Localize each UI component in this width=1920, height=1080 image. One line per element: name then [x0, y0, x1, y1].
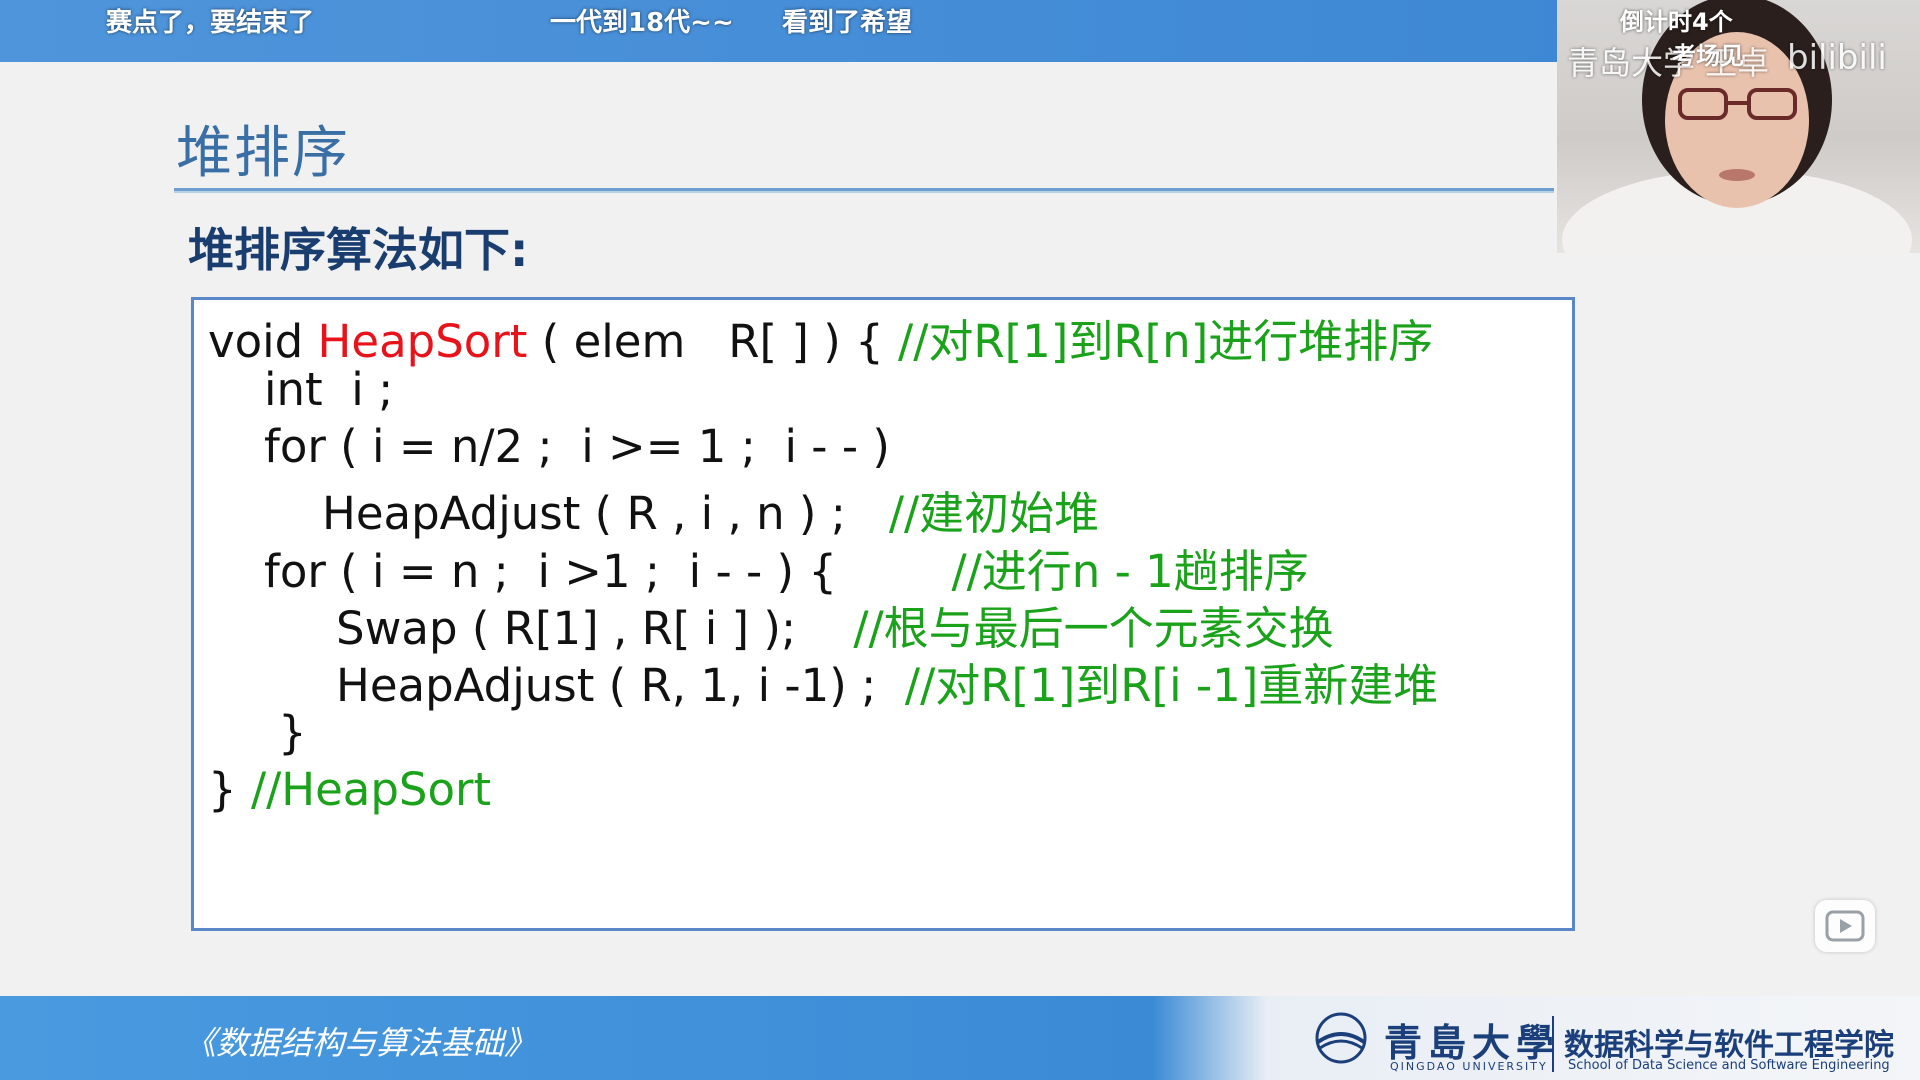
code-comment: //建初始堆	[888, 487, 1100, 540]
code-text: Swap ( R[1] , R[ i ] );	[336, 602, 854, 655]
play-icon	[1825, 910, 1865, 942]
danmaku-comment: 赛点了，要结束了	[106, 8, 315, 38]
code-comment: //根与最后一个元素交换	[853, 602, 1334, 655]
code-text: HeapAdjust ( R , i , n ) ;	[322, 487, 889, 540]
code-text: }	[278, 706, 307, 759]
danmaku-comment: 看到了希望	[782, 8, 913, 38]
title-divider	[174, 188, 1554, 193]
code-text: int i ;	[264, 363, 394, 416]
code-text: void	[208, 315, 318, 368]
code-line: for ( i = n/2 ; i >= 1 ; i - - )	[264, 420, 890, 473]
play-button[interactable]	[1815, 900, 1875, 952]
code-comment: //HeapSort	[250, 763, 492, 816]
code-text: for ( i = n/2 ; i >= 1 ; i - - )	[264, 420, 890, 473]
danmaku-comment: 倒计时4个	[1620, 8, 1733, 36]
code-text: }	[208, 763, 251, 816]
code-line: HeapAdjust ( R , i , n ) ; //建初始堆	[322, 477, 1099, 542]
function-name: HeapSort	[317, 315, 528, 368]
code-line: void HeapSort ( elem R[ ] ) { //对R[1]到R[…	[208, 305, 1433, 370]
university-logo-icon	[1315, 1012, 1367, 1064]
code-comment: //对R[1]到R[n]进行堆排序	[898, 315, 1434, 368]
code-line: int i ;	[264, 363, 393, 416]
code-line: for ( i = n ; i >1 ; i - - ) { //进行n - 1…	[264, 535, 1309, 600]
code-text: for ( i = n ; i >1 ; i - - ) {	[264, 545, 952, 598]
footer-divider	[1552, 1016, 1554, 1072]
code-line: }	[278, 706, 307, 759]
code-text: ( elem R[ ] ) {	[527, 315, 899, 368]
school-name-en: School of Data Science and Software Engi…	[1568, 1058, 1890, 1073]
code-line: } //HeapSort	[208, 763, 491, 816]
slide-title: 堆排序	[176, 121, 350, 186]
bilibili-logo: bilibili	[1787, 38, 1887, 78]
university-name: 青島大學	[1384, 1020, 1561, 1065]
code-line: Swap ( R[1] , R[ i ] ); //根与最后一个元素交换	[336, 592, 1334, 657]
code-comment: //对R[1]到R[i -1]重新建堆	[904, 659, 1439, 712]
book-title: 《数据结构与算法基础》	[184, 1024, 537, 1062]
danmaku-comment: 考场见	[1672, 42, 1744, 70]
code-comment: //进行n - 1趟排序	[951, 545, 1309, 598]
danmaku-comment: 一代到18代~~	[550, 8, 734, 38]
university-name-en: QINGDAO UNIVERSITY	[1390, 1060, 1548, 1073]
code-line: HeapAdjust ( R, 1, i -1) ; //对R[1]到R[i -…	[336, 649, 1438, 714]
slide-subtitle: 堆排序算法如下:	[188, 223, 529, 277]
code-text: HeapAdjust ( R, 1, i -1) ;	[336, 659, 905, 712]
